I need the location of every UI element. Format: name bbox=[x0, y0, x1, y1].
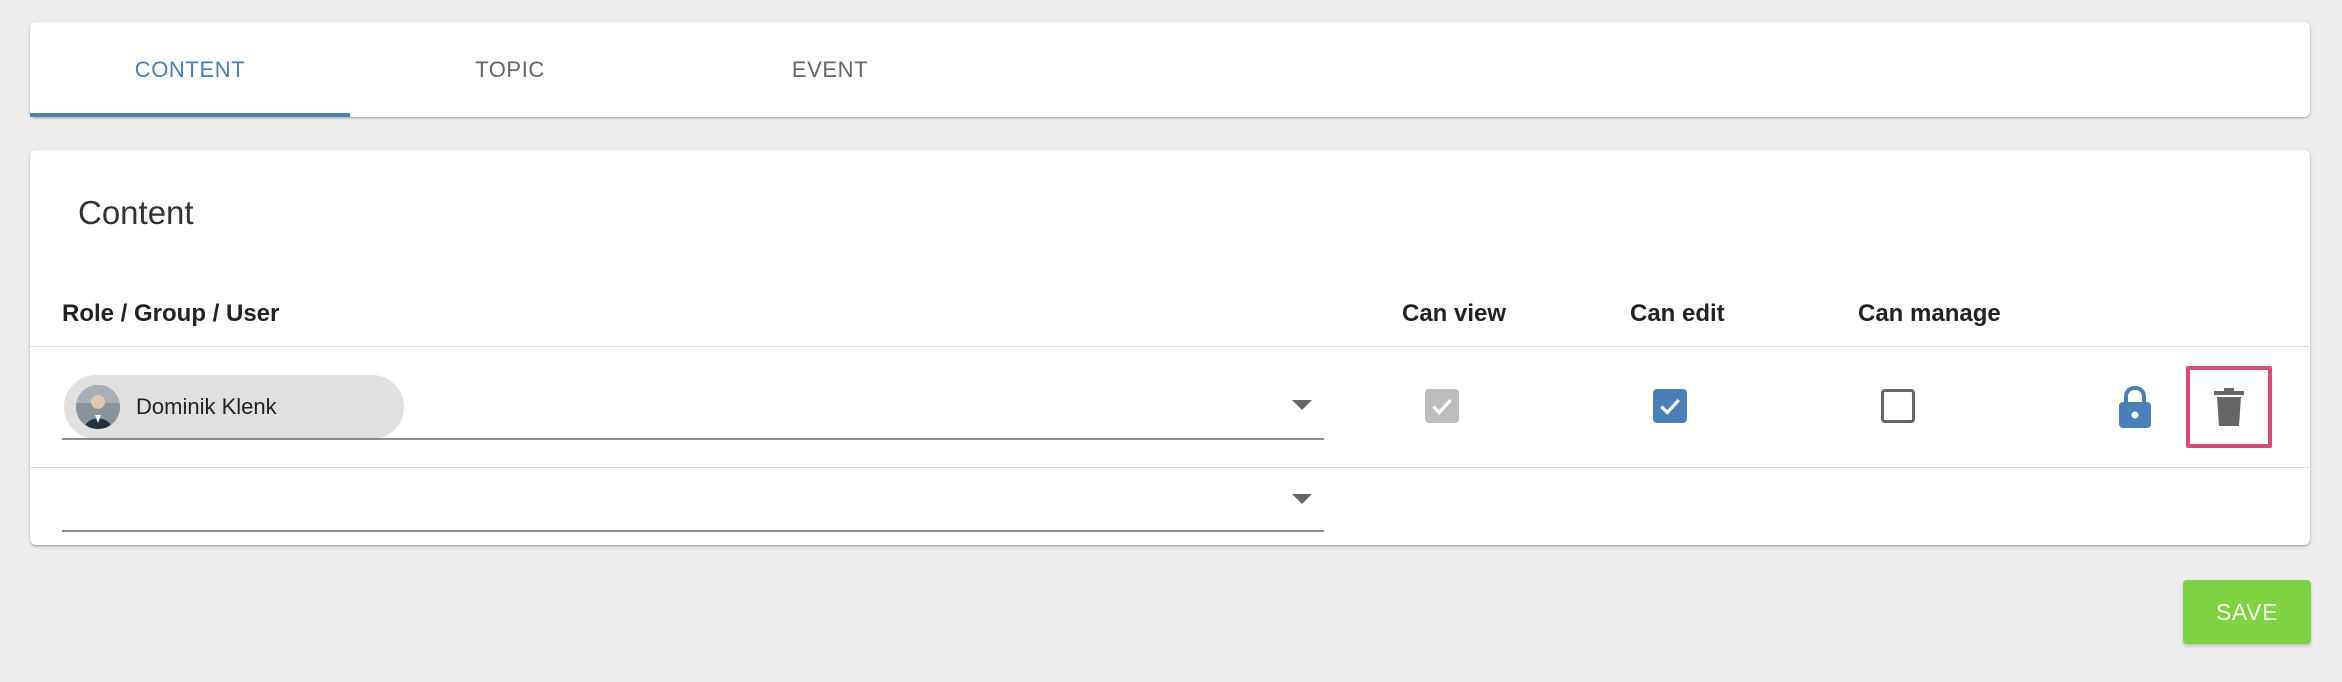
tab-topic[interactable]: TOPIC bbox=[350, 22, 670, 117]
tab-event-label: EVENT bbox=[791, 56, 869, 82]
column-header-can-edit: Can edit bbox=[1630, 300, 1725, 327]
row-divider bbox=[30, 467, 2310, 468]
lock-button[interactable] bbox=[2115, 384, 2155, 430]
tab-bar: CONTENT TOPIC EVENT bbox=[30, 22, 2310, 117]
can-edit-checkbox[interactable] bbox=[1653, 389, 1687, 423]
delete-button[interactable] bbox=[2200, 380, 2258, 434]
panel-title: Content bbox=[78, 194, 194, 231]
principal-select[interactable] bbox=[62, 438, 1324, 440]
principal-select-empty[interactable] bbox=[62, 530, 1324, 532]
avatar bbox=[76, 385, 120, 429]
user-name: Dominik Klenk bbox=[136, 394, 277, 419]
column-header-can-manage: Can manage bbox=[1858, 300, 2001, 327]
user-chip[interactable]: Dominik Klenk bbox=[64, 375, 404, 439]
chevron-down-icon[interactable] bbox=[1292, 494, 1312, 504]
active-tab-indicator bbox=[30, 113, 350, 117]
can-manage-checkbox[interactable] bbox=[1881, 389, 1915, 423]
tab-content-label: CONTENT bbox=[134, 56, 246, 82]
lock-icon bbox=[2119, 385, 2151, 428]
can-view-checkbox[interactable] bbox=[1425, 389, 1459, 423]
chevron-down-icon[interactable] bbox=[1292, 400, 1312, 410]
check-icon bbox=[1432, 398, 1452, 415]
tab-topic-label: TOPIC bbox=[475, 56, 545, 82]
column-header-can-view: Can view bbox=[1402, 300, 1507, 327]
permissions-panel: Content Role / Group / User Can view Can… bbox=[30, 150, 2310, 545]
trash-icon bbox=[2214, 388, 2244, 426]
tab-event[interactable]: EVENT bbox=[670, 22, 990, 117]
check-icon bbox=[1660, 398, 1680, 415]
column-header-principal: Role / Group / User bbox=[62, 300, 280, 327]
tab-content[interactable]: CONTENT bbox=[30, 22, 350, 117]
save-button[interactable]: SAVE bbox=[2183, 580, 2311, 644]
row-divider bbox=[30, 346, 2310, 347]
